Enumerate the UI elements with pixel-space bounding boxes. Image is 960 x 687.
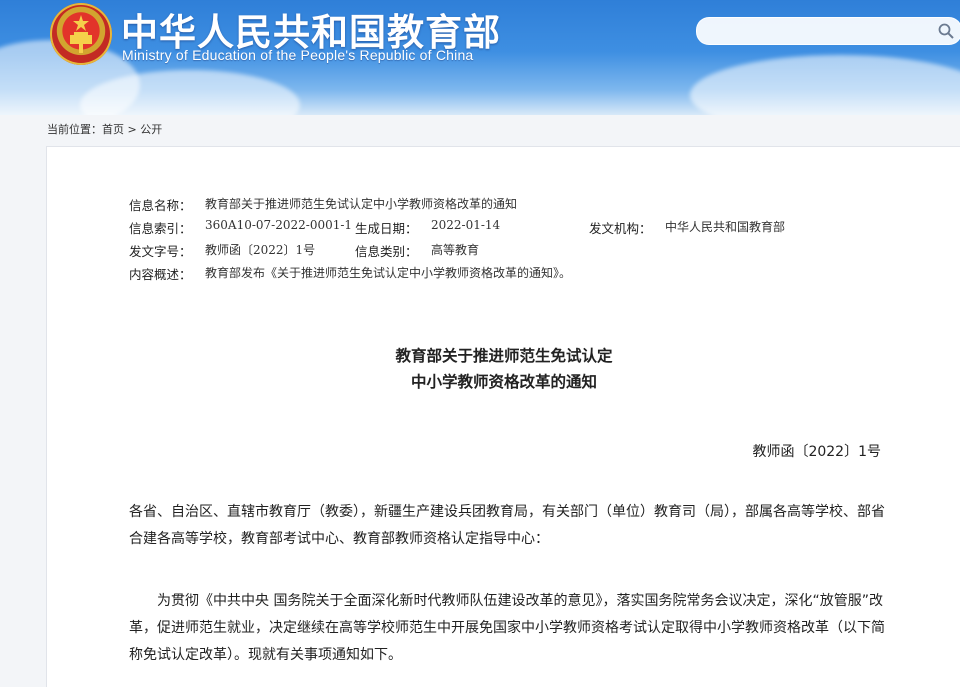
- document-title: 教育部关于推进师范生免试认定 中小学教师资格改革的通知: [47, 343, 960, 395]
- search-input[interactable]: [709, 21, 933, 43]
- meta-docno-value: 教师函〔2022〕1号: [205, 243, 316, 257]
- meta-docno-label: 发文字号：: [129, 244, 192, 259]
- breadcrumb-public-link[interactable]: 公开: [140, 123, 162, 136]
- meta-index-label: 信息索引：: [129, 221, 192, 236]
- meta-issuer-label: 发文机构：: [589, 221, 652, 236]
- meta-summary-label: 内容概述：: [129, 267, 192, 282]
- content-panel: 信息名称： 教育部关于推进师范生免试认定中小学教师资格改革的通知 信息索引： 3…: [46, 146, 960, 687]
- meta-name-label: 信息名称：: [129, 198, 192, 213]
- site-header: 中华人民共和国教育部 Ministry of Education of the …: [0, 0, 960, 115]
- meta-row-summary: 内容概述： 教育部发布《关于推进师范生免试认定中小学教师资格改革的通知》。: [129, 264, 909, 287]
- document-title-line-2: 中小学教师资格改革的通知: [410, 373, 597, 391]
- meta-index-value: 360A10-07-2022-0001-1: [205, 218, 353, 232]
- meta-name-value: 教育部关于推进师范生免试认定中小学教师资格改革的通知: [205, 197, 518, 211]
- cloud-decoration: [690, 55, 960, 115]
- document-number: 教师函〔2022〕1号: [752, 444, 881, 460]
- addressee-paragraph: 各省、自治区、直辖市教育厅（教委），新疆生产建设兵团教育局，有关部门（单位）教育…: [129, 504, 885, 547]
- meta-row-index: 信息索引： 360A10-07-2022-0001-1 生成日期： 2022-0…: [129, 218, 909, 241]
- search-icon[interactable]: [937, 22, 955, 40]
- document-title-line-1: 教育部关于推进师范生免试认定: [395, 347, 613, 365]
- meta-category-label: 信息类别：: [355, 244, 418, 259]
- meta-summary-value: 教育部发布《关于推进师范生免试认定中小学教师资格改革的通知》。: [205, 266, 572, 280]
- breadcrumb-home-link[interactable]: 首页: [102, 123, 124, 136]
- meta-row-docno: 发文字号： 教师函〔2022〕1号 信息类别： 高等教育: [129, 241, 909, 264]
- breadcrumb-prefix: 当前位置：: [47, 123, 102, 136]
- breadcrumb-separator: >: [124, 123, 141, 136]
- meta-issuer-value: 中华人民共和国教育部: [665, 220, 786, 234]
- meta-date-value: 2022-01-14: [431, 218, 501, 232]
- breadcrumb: 当前位置：首页 > 公开: [47, 121, 162, 137]
- national-emblem-icon[interactable]: [50, 3, 112, 65]
- document-metadata: 信息名称： 教育部关于推进师范生免试认定中小学教师资格改革的通知 信息索引： 3…: [129, 195, 909, 287]
- site-subtitle: Ministry of Education of the People's Re…: [122, 47, 474, 63]
- meta-date-label: 生成日期：: [355, 221, 418, 236]
- meta-category-value: 高等教育: [431, 243, 480, 257]
- search-box[interactable]: [696, 17, 960, 45]
- meta-row-name: 信息名称： 教育部关于推进师范生免试认定中小学教师资格改革的通知: [129, 195, 909, 218]
- body-paragraph: 为贯彻《中共中央 国务院关于全面深化新时代教师队伍建设改革的意见》，落实国务院常…: [129, 593, 885, 663]
